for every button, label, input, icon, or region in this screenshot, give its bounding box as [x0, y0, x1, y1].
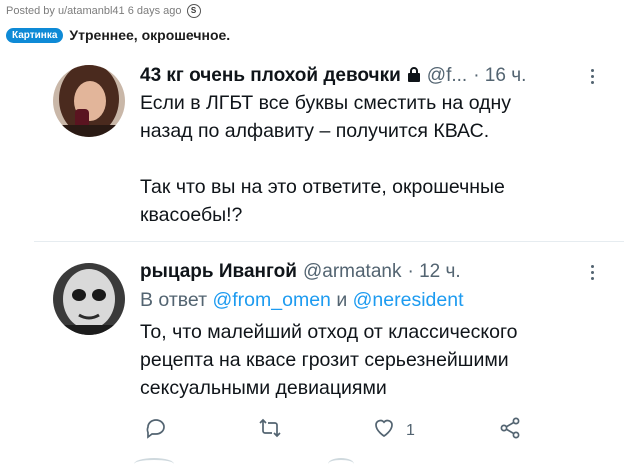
display-name[interactable]: 43 кг очень плохой девочки: [140, 65, 401, 87]
share-button[interactable]: [498, 416, 522, 445]
posted-by[interactable]: Posted by u/atamanbl41 6 days ago: [6, 5, 182, 17]
next-tweet-peek: [328, 458, 354, 470]
flair-badge[interactable]: Картинка: [6, 27, 64, 43]
timestamp[interactable]: · 16 ч.: [473, 65, 526, 87]
divider: [34, 241, 624, 242]
reply-and: и: [336, 289, 348, 311]
tweet-actions: 1: [136, 416, 536, 442]
reply-icon: [144, 416, 168, 445]
display-name[interactable]: рыцарь Ивангой: [140, 261, 297, 283]
reply-button[interactable]: [144, 416, 168, 445]
flair-row: Картинка Утреннее, окрошечное.: [6, 27, 230, 43]
next-tweet-peek: [134, 458, 174, 470]
avatar[interactable]: [53, 65, 125, 137]
reply-user-link[interactable]: @from_omen: [212, 289, 330, 311]
more-icon[interactable]: [591, 265, 595, 280]
like-count: 1: [406, 421, 415, 439]
like-icon: [372, 416, 396, 445]
more-icon[interactable]: [591, 69, 595, 84]
post-meta: Posted by u/atamanbl41 6 days ago S: [6, 4, 201, 18]
reply-prefix: В ответ: [140, 289, 208, 311]
lock-icon: [407, 66, 421, 82]
like-button[interactable]: 1: [372, 416, 415, 445]
share-icon: [498, 416, 522, 445]
tweet-screenshot: 43 кг очень плохой девочки @f... · 16 ч.…: [34, 54, 624, 466]
avatar[interactable]: [53, 263, 125, 335]
handle[interactable]: @armatank: [303, 261, 402, 283]
retweet-icon: [258, 416, 282, 445]
tweet-text: То, что малейший отход от классического …: [140, 321, 518, 399]
timestamp[interactable]: · 12 ч.: [407, 261, 460, 283]
handle[interactable]: @f...: [427, 65, 467, 87]
award-icon[interactable]: S: [186, 4, 201, 18]
reply-user-link[interactable]: @neresident: [353, 289, 464, 311]
tweet-text: Если в ЛГБТ все буквы сместить на одну н…: [140, 92, 512, 226]
retweet-button[interactable]: [258, 416, 282, 445]
reply-to-line: В ответ @from_omen и @neresident: [140, 289, 464, 312]
post-title[interactable]: Утреннее, окрошечное.: [69, 27, 230, 43]
